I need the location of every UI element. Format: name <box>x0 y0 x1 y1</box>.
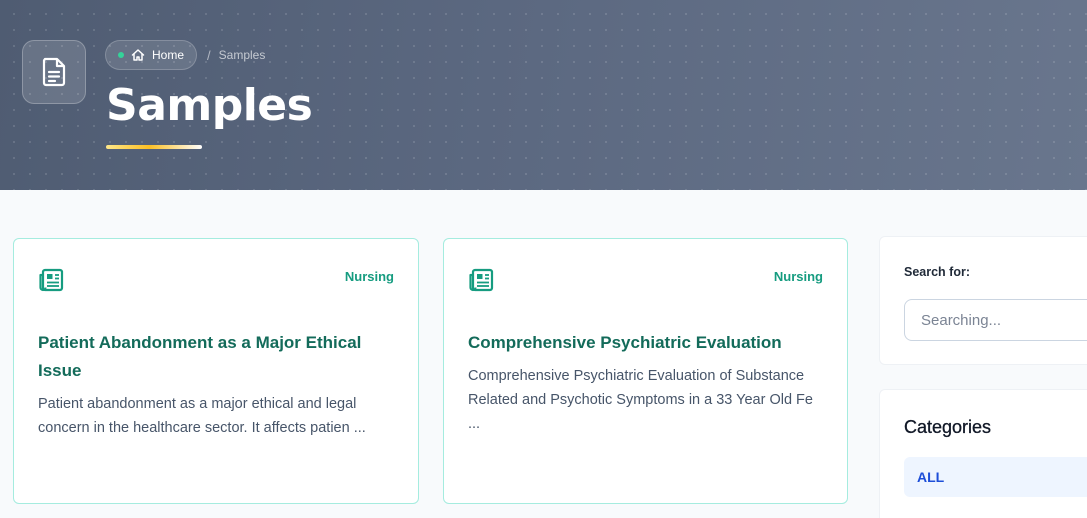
breadcrumb: Home / Samples <box>105 40 265 70</box>
search-widget: Search for: <box>879 236 1087 365</box>
card-title-link[interactable]: Patient Abandonment as a Major Ethical I… <box>38 329 394 385</box>
home-icon <box>131 49 145 61</box>
breadcrumb-home-link[interactable]: Home <box>105 40 198 70</box>
breadcrumb-current: Samples <box>218 48 266 62</box>
sample-card[interactable]: Nursing Comprehensive Psychiatric Evalua… <box>443 238 848 504</box>
header-icon-box <box>22 40 86 104</box>
title-underline <box>106 145 202 149</box>
card-category-link[interactable]: Nursing <box>774 269 823 284</box>
page-header: Home / Samples Samples <box>0 0 1087 190</box>
document-icon <box>42 57 66 87</box>
status-dot <box>118 52 124 58</box>
newspaper-icon <box>39 268 64 292</box>
page-title: Samples <box>106 80 313 131</box>
categories-heading: Categories <box>904 417 992 437</box>
categories-widget: Categories ALL <box>879 389 1087 518</box>
search-input[interactable] <box>904 299 1087 341</box>
category-item-all[interactable]: ALL <box>904 457 1087 497</box>
breadcrumb-home-label: Home <box>152 48 185 62</box>
card-description: Comprehensive Psychiatric Evaluation of … <box>468 368 813 432</box>
card-description: Patient abandonment as a major ethical a… <box>38 396 366 436</box>
search-label: Search for: <box>904 265 970 279</box>
newspaper-icon <box>469 268 494 292</box>
card-category-link[interactable]: Nursing <box>345 269 394 284</box>
card-title-link[interactable]: Comprehensive Psychiatric Evaluation <box>468 329 823 357</box>
breadcrumb-separator: / <box>207 47 211 63</box>
sample-card[interactable]: Nursing Patient Abandonment as a Major E… <box>13 238 419 504</box>
